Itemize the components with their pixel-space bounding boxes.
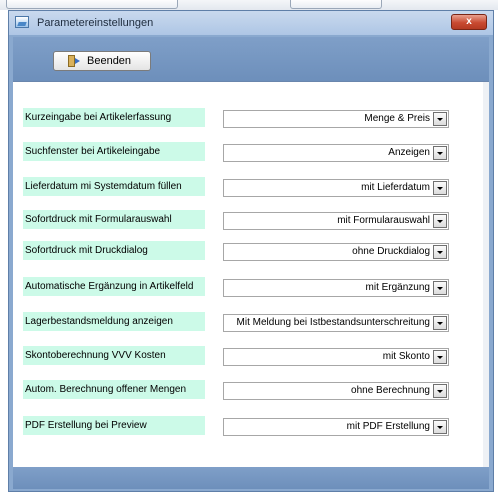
background-taskbar-strip [0, 0, 498, 10]
setting-value: mit Formularauswahl [337, 215, 430, 226]
chevron-down-icon[interactable] [433, 384, 447, 398]
setting-dropdown[interactable]: Mit Meldung bei Istbestandsunterschreitu… [223, 314, 449, 332]
setting-label: Lagerbestandsmeldung anzeigen [23, 312, 205, 331]
chevron-down-icon[interactable] [433, 316, 447, 330]
exit-door-icon [68, 55, 80, 67]
setting-value: mit PDF Erstellung [346, 421, 430, 432]
settings-row: Autom. Berechnung offener Mengen ohne Be… [13, 380, 489, 400]
setting-dropdown[interactable]: mit Formularauswahl [223, 212, 449, 230]
chevron-down-icon[interactable] [433, 181, 447, 195]
chevron-down-icon[interactable] [433, 281, 447, 295]
settings-panel: Kurzeingabe bei Artikelerfassung Menge &… [13, 81, 489, 468]
exit-button-label: Beenden [87, 55, 132, 67]
setting-label: Lieferdatum mi Systemdatum füllen [23, 177, 205, 196]
settings-row: Skontoberechnung VVV Kosten mit Skonto [13, 346, 489, 366]
toolbar: Beenden [13, 37, 489, 81]
settings-row: PDF Erstellung bei Preview mit PDF Erste… [13, 416, 489, 436]
setting-label: Skontoberechnung VVV Kosten [23, 346, 205, 365]
settings-row: Suchfenster bei Artikeleingabe Anzeigen [13, 142, 489, 162]
exit-button[interactable]: Beenden [53, 51, 151, 71]
parameter-settings-window: Parametereinstellungen x Beenden Kurzein… [8, 10, 494, 492]
setting-value: Anzeigen [388, 147, 430, 158]
setting-value: ohne Berechnung [351, 385, 430, 396]
chevron-down-icon[interactable] [433, 214, 447, 228]
close-icon: x [466, 16, 472, 27]
setting-dropdown[interactable]: mit Lieferdatum [223, 179, 449, 197]
settings-row: Automatische Ergänzung in Artikelfeld mi… [13, 277, 489, 297]
background-tab [6, 0, 178, 9]
chevron-down-icon[interactable] [433, 112, 447, 126]
setting-label: Automatische Ergänzung in Artikelfeld [23, 277, 205, 296]
setting-value: mit Ergänzung [365, 282, 430, 293]
picture-icon [15, 16, 29, 28]
settings-row: Kurzeingabe bei Artikelerfassung Menge &… [13, 108, 489, 128]
chevron-down-icon[interactable] [433, 420, 447, 434]
setting-dropdown[interactable]: Menge & Preis [223, 110, 449, 128]
setting-dropdown[interactable]: ohne Berechnung [223, 382, 449, 400]
setting-value: Mit Meldung bei Istbestandsunterschreitu… [236, 317, 430, 328]
title-bar[interactable]: Parametereinstellungen x [9, 11, 493, 35]
setting-dropdown[interactable]: ohne Druckdialog [223, 243, 449, 261]
setting-label: Sofortdruck mit Druckdialog [23, 241, 205, 260]
setting-dropdown[interactable]: mit Skonto [223, 348, 449, 366]
background-tab [290, 0, 382, 9]
settings-row: Lagerbestandsmeldung anzeigen Mit Meldun… [13, 312, 489, 332]
panel-edge [483, 82, 489, 468]
settings-row: Sofortdruck mit Formularauswahl mit Form… [13, 210, 489, 230]
chevron-down-icon[interactable] [433, 146, 447, 160]
setting-label: Autom. Berechnung offener Mengen [23, 380, 205, 399]
setting-dropdown[interactable]: mit PDF Erstellung [223, 418, 449, 436]
window-title: Parametereinstellungen [37, 17, 154, 29]
setting-value: mit Lieferdatum [361, 182, 430, 193]
setting-dropdown[interactable]: Anzeigen [223, 144, 449, 162]
setting-label: PDF Erstellung bei Preview [23, 416, 205, 435]
setting-dropdown[interactable]: mit Ergänzung [223, 279, 449, 297]
chevron-down-icon[interactable] [433, 350, 447, 364]
chevron-down-icon[interactable] [433, 245, 447, 259]
setting-value: ohne Druckdialog [352, 246, 430, 257]
settings-row: Sofortdruck mit Druckdialog ohne Druckdi… [13, 241, 489, 261]
setting-label: Sofortdruck mit Formularauswahl [23, 210, 205, 229]
close-button[interactable]: x [451, 14, 487, 30]
setting-value: Menge & Preis [364, 113, 430, 124]
setting-label: Suchfenster bei Artikeleingabe [23, 142, 205, 161]
setting-value: mit Skonto [382, 351, 430, 362]
status-bar [13, 467, 489, 489]
settings-row: Lieferdatum mi Systemdatum füllen mit Li… [13, 177, 489, 197]
setting-label: Kurzeingabe bei Artikelerfassung [23, 108, 205, 127]
